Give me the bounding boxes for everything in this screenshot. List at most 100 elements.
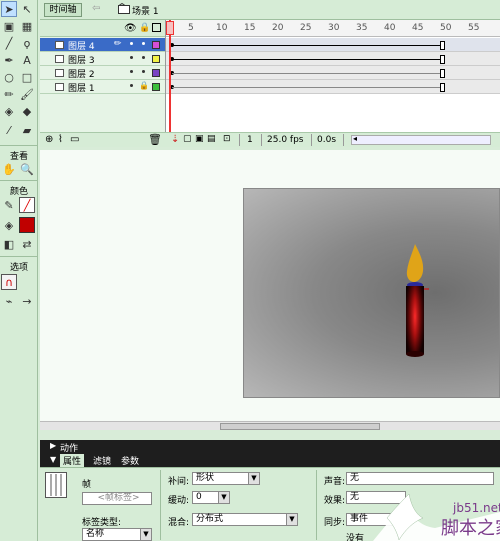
gradient-transform-tool-icon[interactable]: ▦ [19,18,35,34]
properties-tabs: ▼ 属性 滤镜 参数 [40,452,500,467]
tab-parameters[interactable]: 参数 [118,454,142,467]
chevron-down-icon[interactable]: ▼ [248,473,259,484]
frames-grid[interactable]: 5 10 15 20 25 30 35 40 45 50 55 [165,20,500,133]
fill-color-icon[interactable]: ◈ [1,217,17,233]
sound-select[interactable]: 无 [346,472,494,485]
black-white-icon[interactable]: ◧ [1,236,17,252]
subselect-tool-icon[interactable]: ↖ [19,1,35,17]
free-transform-tool-icon[interactable]: ▣ [1,18,17,34]
chevron-down-icon[interactable]: ▼ [140,529,151,540]
ink-bottle-tool-icon[interactable]: ◈ [1,103,17,119]
sync-label: 同步: [324,518,346,528]
center-frame-icon[interactable]: ⇣ [171,134,179,145]
layer-color-swatch[interactable] [152,55,160,63]
stage-scrollbar[interactable] [40,421,500,430]
layer-color-swatch[interactable] [152,83,160,91]
snap-magnet-icon[interactable]: ∩ [1,274,17,290]
layer-color-swatch[interactable] [152,41,160,49]
modify-markers-icon[interactable]: ⊡ [223,134,231,144]
candle-flame [406,244,424,282]
lasso-tool-icon[interactable]: ϙ [19,35,35,51]
oval-tool-icon[interactable]: ○ [1,69,17,85]
ruler-tick: 25 [300,23,312,33]
ruler-tick: 35 [356,23,368,33]
pencil-tool-icon[interactable]: ✏ [1,86,17,102]
stage-workspace[interactable] [40,150,500,430]
scroll-thumb[interactable] [220,423,380,430]
add-layer-icon[interactable]: ⊕ [45,134,53,145]
text-tool-icon[interactable]: A [19,52,35,68]
onion-skin-icon[interactable]: ▢ [183,134,192,144]
tab-properties[interactable]: 属性 [60,454,85,467]
eraser-tool-icon[interactable]: ▰ [19,122,35,138]
swap-colors-icon[interactable]: ⇄ [19,236,35,252]
lock-icon[interactable]: 🔒 [139,23,150,33]
label-type-value: 名称 [86,529,105,539]
expand-arrow-icon[interactable]: ▶ [50,441,56,450]
layer-row[interactable]: 图层 1 🔒 [40,80,165,94]
stroke-color-icon[interactable]: ✎ [1,197,17,213]
playhead-handle[interactable] [166,21,174,35]
no-color-swatch[interactable]: ╱ [19,197,35,213]
onion-outline-icon[interactable]: ▣ [195,134,204,144]
layers-header: 👁 🔒 [40,20,165,37]
tab-filters[interactable]: 滤镜 [90,454,114,467]
chevron-down-icon[interactable]: ▼ [286,514,297,525]
pen-tool-icon[interactable]: ✒ [1,52,17,68]
scroll-left-icon[interactable]: ◂ [353,134,357,143]
chevron-down-icon[interactable]: ▼ [218,492,229,503]
outline-icon[interactable] [152,23,161,32]
brush-tool-icon[interactable]: 🖌 [19,86,35,102]
frame-label: 帧 [82,480,92,490]
layer-icon [55,55,64,63]
layer-name: 图层 4 [68,42,95,52]
layer-row[interactable]: 图层 3 [40,52,165,66]
frame-row[interactable] [166,38,500,52]
eye-icon[interactable]: 👁 [124,23,137,34]
edit-multiple-icon[interactable]: ▤ [207,134,216,144]
scene-label[interactable]: 场景 1 [132,4,159,17]
tween-select[interactable]: 形状 ▼ [192,472,260,485]
layer-row[interactable]: 图层 4 ✏ [40,38,165,52]
line-tool-icon[interactable]: ╱ [1,35,17,51]
fill-color-swatch[interactable] [19,217,35,233]
frame-row[interactable] [166,52,500,66]
straighten-icon[interactable]: → [19,293,35,309]
playhead[interactable] [169,20,171,133]
delete-layer-icon[interactable]: 🗑 [148,133,162,146]
paint-bucket-tool-icon[interactable]: ◆ [19,103,35,119]
zoom-tool-icon[interactable]: 🔍 [19,161,35,177]
watermark-site: jb51.net [452,501,500,515]
layer-color-swatch[interactable] [152,69,160,77]
candle-graphic[interactable] [402,244,432,359]
layer-icon [55,41,64,49]
add-guide-icon[interactable]: ⌇ [58,134,63,145]
timeline-scrollbar[interactable]: ◂ [351,134,491,145]
layer-lock-icon[interactable]: 🔒 [139,81,149,90]
layer-row[interactable]: 图层 2 [40,66,165,80]
back-arrow-icon[interactable]: ⇦ [92,3,100,14]
selection-tool-icon[interactable]: ➤ [1,1,17,17]
pencil-edit-icon: ✏ [114,39,122,49]
ease-value: 0 [196,492,202,502]
label-type-label: 标签类型: [82,518,122,528]
frame-icon [45,472,67,498]
actions-panel-bar[interactable]: ▶ 动作 [40,440,500,454]
label-type-select[interactable]: 名称 ▼ [82,528,152,541]
frame-name-input[interactable]: <帧标签> [82,492,152,505]
hand-tool-icon[interactable]: ✋ [1,161,17,177]
eyedropper-tool-icon[interactable]: ⁄ [1,122,17,138]
frame-row[interactable] [166,66,500,80]
frames-footer: ⇣ ▢ ▣ ▤ ⊡ 1 25.0 fps 0.0s ◂ [165,132,500,147]
frame-ruler[interactable]: 5 10 15 20 25 30 35 40 45 50 55 [166,20,500,37]
frame-row[interactable] [166,80,500,94]
ease-input[interactable]: 0 ▼ [192,491,230,504]
blend-select[interactable]: 分布式 ▼ [192,513,298,526]
frame-rate[interactable]: 25.0 fps [267,135,303,145]
rectangle-tool-icon[interactable]: □ [19,69,35,85]
smooth-icon[interactable]: ⌁ [1,293,17,309]
collapse-arrow-icon[interactable]: ▼ [50,455,56,464]
stage-canvas[interactable] [243,188,500,398]
add-folder-icon[interactable]: ▭ [70,134,79,145]
timeline-button[interactable]: 时间轴 [44,3,82,17]
